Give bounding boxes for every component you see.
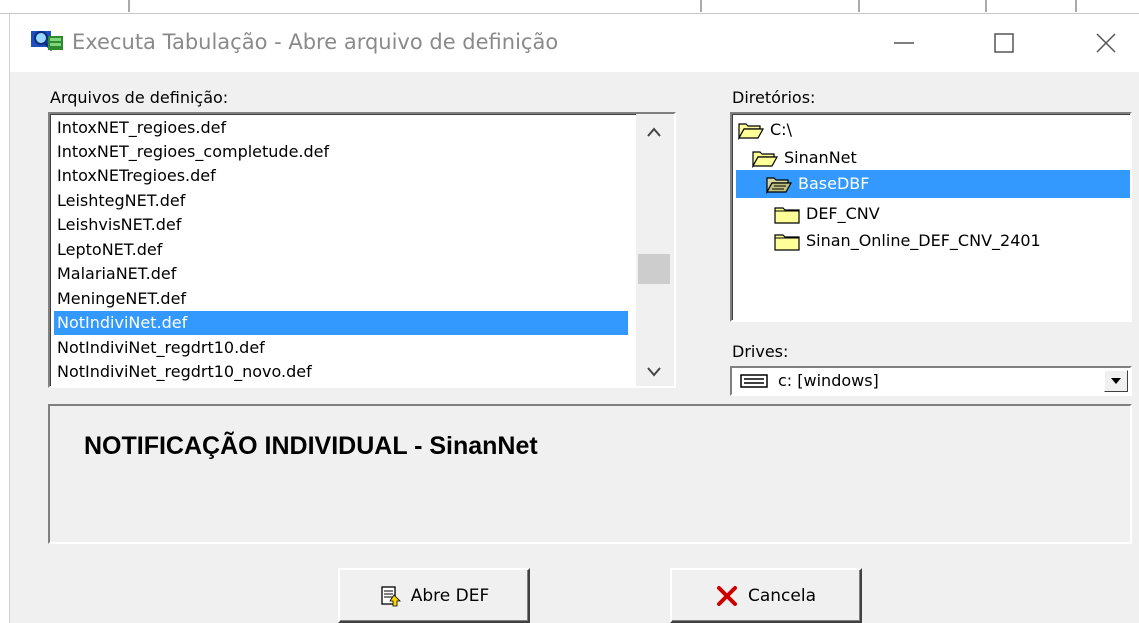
description-panel: NOTIFICAÇÃO INDIVIDUAL - SinanNet: [48, 404, 1132, 544]
close-icon: [1096, 33, 1116, 53]
list-item[interactable]: LeishvisNET.def: [54, 213, 628, 237]
maximize-button[interactable]: [978, 24, 1030, 62]
list-item[interactable]: LeishtegNET.def: [54, 189, 628, 213]
directory-item[interactable]: C:\: [738, 116, 792, 144]
open-folder-icon: [766, 177, 792, 194]
directory-item[interactable]: SinanNet: [752, 144, 857, 172]
directory-label: SinanNet: [784, 148, 857, 167]
definition-description: NOTIFICAÇÃO INDIVIDUAL - SinanNet: [84, 432, 538, 460]
list-item[interactable]: NotIndiviNet_regdrt10_novo.def: [54, 360, 628, 384]
directory-label: BaseDBF: [798, 174, 870, 193]
open-def-button[interactable]: Abre DEF: [338, 568, 530, 623]
cancel-button[interactable]: Cancela: [670, 568, 862, 623]
list-item[interactable]: MeningeNET.def: [54, 287, 628, 311]
directory-item[interactable]: DEF_CNV: [774, 200, 880, 228]
directory-tree[interactable]: C:\ SinanNet BaseDBF DEF_CNV Sinan_Onlin…: [730, 112, 1132, 322]
drive-dropdown-button[interactable]: [1104, 370, 1128, 392]
list-item[interactable]: IntoxNET_regioes.def: [54, 116, 628, 140]
scroll-up-icon[interactable]: [646, 126, 662, 138]
cancel-x-icon: [716, 585, 737, 606]
background-window-edge: [0, 0, 1139, 14]
maximize-icon: [994, 33, 1014, 53]
dropdown-arrow-icon: [1111, 378, 1121, 384]
list-item[interactable]: LeptoNET.def: [54, 238, 628, 262]
background-window-left-edge: [0, 14, 10, 623]
open-def-dialog: Executa Tabulação - Abre arquivo de defi…: [10, 14, 1139, 623]
minimize-icon: [894, 42, 914, 44]
window-title: Executa Tabulação - Abre arquivo de defi…: [72, 30, 559, 54]
open-folder-icon: [752, 151, 778, 168]
open-def-label: Abre DEF: [410, 585, 490, 606]
scroll-down-icon[interactable]: [646, 366, 662, 378]
tabwin-icon: [31, 31, 63, 52]
minimize-button[interactable]: [878, 24, 930, 62]
open-def-icon: [381, 585, 401, 606]
files-label: Arquivos de definição:: [50, 88, 229, 107]
directory-item[interactable]: Sinan_Online_DEF_CNV_2401: [774, 227, 1041, 255]
title-bar[interactable]: Executa Tabulação - Abre arquivo de defi…: [10, 14, 1139, 72]
cancel-label: Cancela: [747, 585, 816, 606]
folder-icon: [774, 234, 800, 251]
list-item[interactable]: IntoxNETregioes.def: [54, 164, 628, 188]
open-folder-icon: [738, 123, 764, 140]
hard-drive-icon: [740, 374, 768, 388]
list-item[interactable]: MalariaNET.def: [54, 262, 628, 286]
list-item[interactable]: NotIndiviNet_regdrt10.def: [54, 336, 628, 360]
file-list-scrollbar[interactable]: [636, 114, 674, 386]
drives-label: Drives:: [732, 342, 789, 361]
directories-label: Diretórios:: [732, 88, 816, 107]
close-button[interactable]: [1080, 24, 1132, 62]
list-item[interactable]: IntoxNET_regioes_completude.def: [54, 140, 628, 164]
directory-label: DEF_CNV: [806, 204, 880, 223]
directory-label: C:\: [770, 120, 792, 139]
directory-label: Sinan_Online_DEF_CNV_2401: [806, 231, 1041, 250]
directory-item-selected[interactable]: BaseDBF: [766, 170, 869, 198]
folder-icon: [774, 207, 800, 224]
list-item-selected[interactable]: NotIndiviNet.def: [54, 311, 628, 335]
file-list[interactable]: IntoxNET_regioes.def IntoxNET_regioes_co…: [48, 112, 676, 388]
drive-value: c: [windows]: [778, 371, 879, 390]
drive-select[interactable]: c: [windows]: [730, 366, 1132, 396]
scrollbar-thumb[interactable]: [638, 254, 670, 284]
